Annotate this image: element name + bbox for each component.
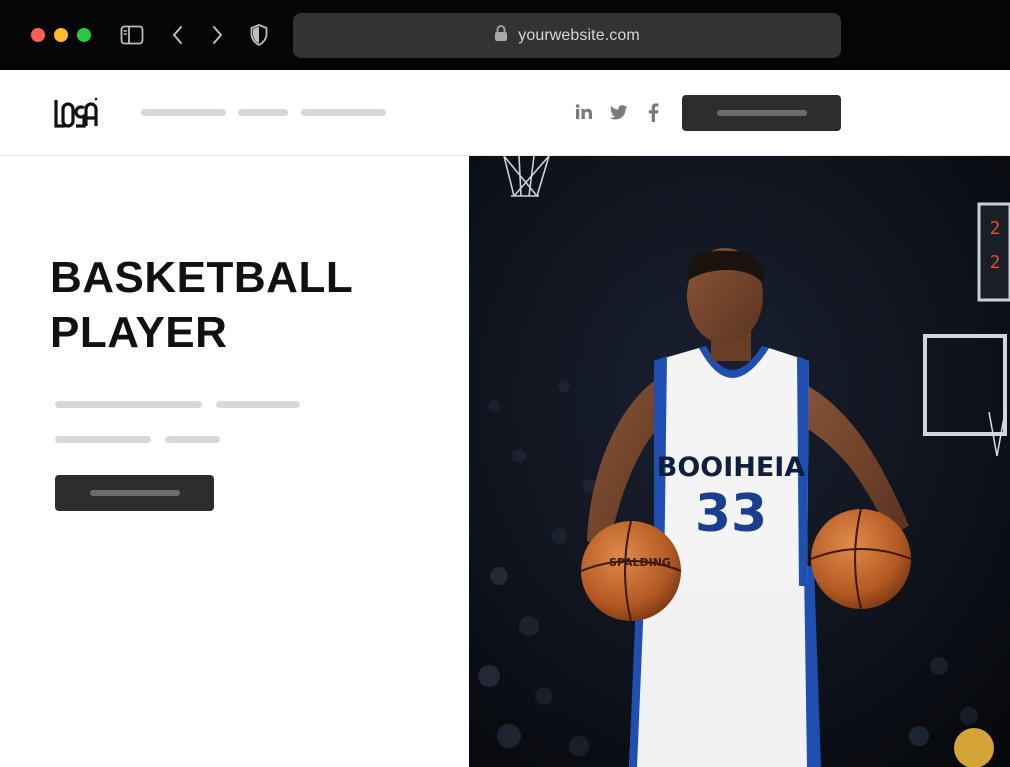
hero-title: BASKETBALL PLAYER [50,250,353,360]
nav-link-placeholder[interactable] [238,109,288,116]
hero-title-line: BASKETBALL [50,253,354,302]
jersey-text: BOOIHEIA [657,452,806,483]
header-cta-button[interactable] [682,95,841,131]
maximize-window-button[interactable] [77,28,91,42]
shield-icon[interactable] [246,22,272,48]
svg-text:2: 2 [990,218,1001,239]
close-window-button[interactable] [31,28,45,42]
nav-link-placeholder[interactable] [141,109,226,116]
browser-toolbar: yourwebsite.com [0,0,1010,70]
svg-text:2: 2 [990,252,1001,273]
lock-icon [494,24,508,47]
paragraph-placeholder [165,436,220,443]
jersey-number: 33 [695,484,767,544]
button-label-placeholder [716,110,807,116]
back-arrow-icon[interactable] [165,22,191,48]
paragraph-placeholder [55,401,202,408]
button-label-placeholder [89,490,180,496]
paragraph-placeholder [55,436,151,443]
site-logo[interactable] [54,96,98,130]
nav-link-placeholder[interactable] [301,109,386,116]
address-bar[interactable]: yourwebsite.com [293,13,841,58]
hero-cta-button[interactable] [55,475,214,511]
site-header [0,70,1010,156]
paragraph-placeholder [216,401,300,408]
minimize-window-button[interactable] [54,28,68,42]
hero-title-line: PLAYER [50,308,228,357]
ball-text: SPALDING [609,556,671,569]
facebook-icon[interactable] [642,101,664,123]
forward-arrow-icon[interactable] [204,22,230,48]
linkedin-icon[interactable] [573,101,595,123]
hero-player-photo: 2 2 BOOIHEIA 33 SPALDING [469,156,1010,767]
sidebar-toggle-icon[interactable] [119,22,145,48]
basketball-player-illustration: 2 2 BOOIHEIA 33 SPALDING [469,156,1010,767]
url-text: yourwebsite.com [518,26,640,44]
twitter-icon[interactable] [608,101,630,123]
